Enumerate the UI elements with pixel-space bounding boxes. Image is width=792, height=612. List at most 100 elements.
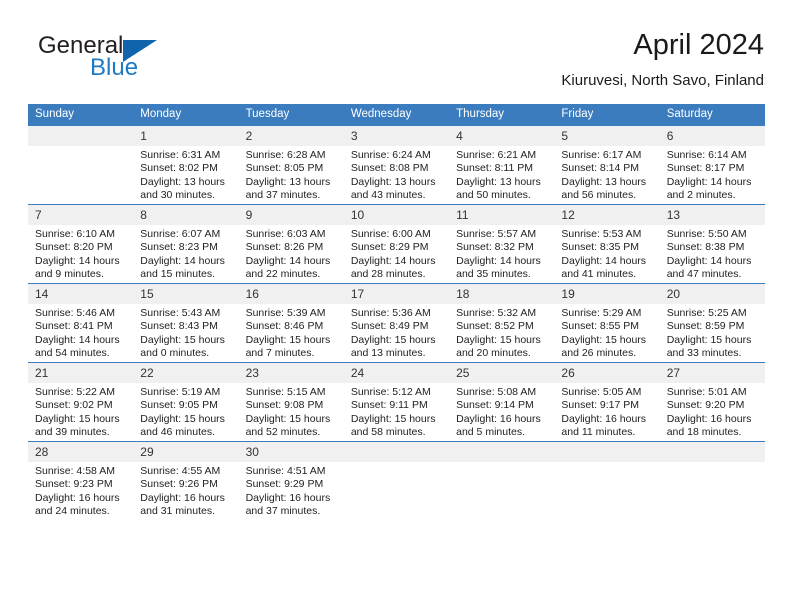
calendar-day-cell[interactable]: 28 Sunrise: 4:58 AM Sunset: 9:23 PM Dayligh… [28, 441, 134, 520]
calendar-day-cell[interactable]: 4 Sunrise: 6:21 AM Sunset: 8:11 PM Daylight… [449, 126, 555, 205]
day-number [659, 442, 765, 462]
calendar-day-cell[interactable]: 9 Sunrise: 6:03 AM Sunset: 8:26 PM Daylight… [238, 204, 344, 284]
day-details: Sunrise: 4:58 AM Sunset: 9:23 PM Daylight:… [28, 462, 133, 518]
sunrise-text: Sunrise: 5:50 AM [666, 228, 747, 240]
day-details: Sunrise: 5:50 AM Sunset: 8:38 PM Daylight:… [660, 225, 765, 281]
sunrise-text: Sunrise: 6:00 AM [350, 228, 431, 240]
sunrise-text: Sunrise: 4:58 AM [35, 465, 115, 477]
daylight-text: Daylight: 16 hours and 11 minutes. [561, 412, 647, 438]
page-subtitle: Kiuruvesi, North Savo, Finland [561, 72, 764, 89]
sunrise-text: Sunrise: 5:32 AM [456, 307, 537, 319]
weekday-header-saturday: Saturday [659, 104, 765, 126]
sunset-text: Sunset: 8:02 PM [140, 162, 218, 175]
day-details: Sunrise: 6:14 AM Sunset: 8:17 PM Daylight:… [660, 146, 765, 202]
calendar-day-cell-empty [28, 126, 134, 205]
day-details: Sunrise: 6:24 AM Sunset: 8:08 PM Daylight:… [344, 146, 449, 202]
day-details: Sunrise: 5:39 AM Sunset: 8:46 PM Daylight:… [239, 304, 344, 360]
sunrise-text: Sunrise: 5:22 AM [35, 386, 115, 398]
calendar-day-cell-empty [659, 441, 765, 520]
day-details: Sunrise: 5:36 AM Sunset: 8:49 PM Daylight:… [344, 304, 449, 360]
calendar-day-cell[interactable]: 21 Sunrise: 5:22 AM Sunset: 9:02 PM Dayligh… [28, 362, 134, 442]
day-number: 5 [554, 126, 660, 146]
calendar-day-cell[interactable]: 14 Sunrise: 5:46 AM Sunset: 8:41 PM Dayligh… [28, 283, 134, 363]
weekday-header-monday: Monday [133, 104, 239, 126]
daylight-text: Daylight: 15 hours and 58 minutes. [350, 412, 436, 438]
calendar-day-cell[interactable]: 5 Sunrise: 6:17 AM Sunset: 8:14 PM Daylight… [554, 126, 660, 205]
day-number: 9 [238, 205, 344, 225]
day-number: 16 [238, 284, 344, 304]
day-details: Sunrise: 5:15 AM Sunset: 9:08 PM Daylight:… [239, 383, 344, 439]
calendar-day-cell[interactable]: 2 Sunrise: 6:28 AM Sunset: 8:05 PM Daylight… [238, 126, 344, 205]
calendar-day-cell[interactable]: 23 Sunrise: 5:15 AM Sunset: 9:08 PM Dayligh… [238, 362, 344, 442]
sunrise-text: Sunrise: 5:46 AM [35, 307, 115, 319]
calendar-day-cell[interactable]: 15 Sunrise: 5:43 AM Sunset: 8:43 PM Dayligh… [133, 283, 239, 363]
calendar-day-cell[interactable]: 25 Sunrise: 5:08 AM Sunset: 9:14 PM Dayligh… [449, 362, 555, 442]
calendar-day-cell[interactable]: 3 Sunrise: 6:24 AM Sunset: 8:08 PM Daylight… [343, 126, 450, 205]
calendar-day-cell[interactable]: 30 Sunrise: 4:51 AM Sunset: 9:29 PM Dayligh… [238, 441, 344, 520]
sunset-text: Sunset: 8:11 PM [456, 162, 533, 175]
daylight-text: Daylight: 16 hours and 5 minutes. [456, 412, 541, 438]
sunrise-text: Sunrise: 5:12 AM [350, 386, 431, 398]
calendar-day-cell[interactable]: 8 Sunrise: 6:07 AM Sunset: 8:23 PM Daylight… [133, 204, 239, 284]
calendar-day-cell[interactable]: 17 Sunrise: 5:36 AM Sunset: 8:49 PM Dayligh… [343, 283, 450, 363]
day-number: 19 [554, 284, 660, 304]
day-details: Sunrise: 5:53 AM Sunset: 8:35 PM Daylight:… [554, 225, 659, 281]
day-details: Sunrise: 5:12 AM Sunset: 9:11 PM Daylight:… [344, 383, 449, 439]
day-number: 22 [133, 363, 239, 383]
calendar-week-row: 7 Sunrise: 6:10 AM Sunset: 8:20 PM Daylight… [28, 204, 765, 284]
calendar-day-cell[interactable]: 26 Sunrise: 5:05 AM Sunset: 9:17 PM Dayligh… [554, 362, 660, 442]
calendar-day-cell[interactable]: 11 Sunrise: 5:57 AM Sunset: 8:32 PM Dayligh… [449, 204, 555, 284]
calendar-day-cell[interactable]: 24 Sunrise: 5:12 AM Sunset: 9:11 PM Dayligh… [343, 362, 450, 442]
day-number: 12 [554, 205, 660, 225]
day-number: 6 [659, 126, 765, 146]
calendar-day-cell[interactable]: 29 Sunrise: 4:55 AM Sunset: 9:26 PM Dayligh… [133, 441, 239, 520]
calendar-day-cell[interactable]: 16 Sunrise: 5:39 AM Sunset: 8:46 PM Dayligh… [238, 283, 344, 363]
sunset-text: Sunset: 8:14 PM [561, 162, 640, 175]
calendar-day-cell[interactable]: 7 Sunrise: 6:10 AM Sunset: 8:20 PM Daylight… [28, 204, 134, 284]
day-details: Sunrise: 5:29 AM Sunset: 8:55 PM Daylight:… [554, 304, 659, 360]
sunset-text: Sunset: 8:23 PM [140, 241, 218, 254]
day-details: Sunrise: 5:01 AM Sunset: 9:20 PM Daylight:… [660, 383, 765, 439]
day-details: Sunrise: 6:21 AM Sunset: 8:11 PM Daylight:… [449, 146, 554, 202]
day-details: Sunrise: 6:31 AM Sunset: 8:02 PM Daylight:… [133, 146, 238, 202]
calendar-day-cell[interactable]: 12 Sunrise: 5:53 AM Sunset: 8:35 PM Dayligh… [554, 204, 660, 284]
weekday-header-thursday: Thursday [449, 104, 555, 126]
day-details: Sunrise: 4:51 AM Sunset: 9:29 PM Daylight:… [239, 462, 344, 518]
calendar-day-cell[interactable]: 22 Sunrise: 5:19 AM Sunset: 9:05 PM Dayligh… [133, 362, 239, 442]
day-number [343, 442, 450, 462]
sunset-text: Sunset: 8:05 PM [245, 162, 324, 175]
calendar-day-cell[interactable]: 1 Sunrise: 6:31 AM Sunset: 8:02 PM Daylight… [133, 126, 239, 205]
calendar-day-cell[interactable]: 27 Sunrise: 5:01 AM Sunset: 9:20 PM Dayligh… [659, 362, 765, 442]
calendar-day-cell[interactable]: 20 Sunrise: 5:25 AM Sunset: 8:59 PM Dayligh… [659, 283, 765, 363]
day-number: 3 [343, 126, 450, 146]
day-number: 11 [449, 205, 555, 225]
calendar-day-cell[interactable]: 18 Sunrise: 5:32 AM Sunset: 8:52 PM Dayligh… [449, 283, 555, 363]
day-number: 20 [659, 284, 765, 304]
brand-logo[interactable]: General Blue [28, 28, 228, 90]
sunset-text: Sunset: 8:46 PM [245, 320, 324, 333]
sunrise-text: Sunrise: 5:43 AM [140, 307, 221, 319]
sunset-text: Sunset: 9:17 PM [561, 399, 640, 412]
sunrise-text: Sunrise: 5:39 AM [245, 307, 326, 319]
daylight-text: Daylight: 15 hours and 46 minutes. [140, 412, 225, 438]
daylight-text: Daylight: 14 hours and 2 minutes. [666, 175, 752, 201]
calendar-week-row: 14 Sunrise: 5:46 AM Sunset: 8:41 PM Dayligh… [28, 283, 765, 363]
calendar-day-cell[interactable]: 10 Sunrise: 6:00 AM Sunset: 8:29 PM Dayligh… [343, 204, 450, 284]
sunset-text: Sunset: 8:08 PM [350, 162, 429, 175]
sunset-text: Sunset: 9:29 PM [245, 478, 324, 491]
day-details: Sunrise: 5:43 AM Sunset: 8:43 PM Daylight:… [133, 304, 238, 360]
sunrise-text: Sunrise: 5:08 AM [456, 386, 537, 398]
day-details: Sunrise: 6:10 AM Sunset: 8:20 PM Daylight:… [28, 225, 133, 281]
day-details: Sunrise: 5:46 AM Sunset: 8:41 PM Daylight:… [28, 304, 133, 360]
calendar-body: 1 Sunrise: 6:31 AM Sunset: 8:02 PM Daylight… [28, 126, 765, 520]
calendar-day-cell[interactable]: 13 Sunrise: 5:50 AM Sunset: 8:38 PM Dayligh… [659, 204, 765, 284]
daylight-text: Daylight: 15 hours and 26 minutes. [561, 333, 647, 359]
sunset-text: Sunset: 8:49 PM [350, 320, 429, 333]
calendar-day-cell[interactable]: 6 Sunrise: 6:14 AM Sunset: 8:17 PM Daylight… [659, 126, 765, 205]
sunset-text: Sunset: 8:52 PM [456, 320, 534, 333]
calendar-day-cell[interactable]: 19 Sunrise: 5:29 AM Sunset: 8:55 PM Dayligh… [554, 283, 660, 363]
daylight-text: Daylight: 13 hours and 43 minutes. [350, 175, 436, 201]
daylight-text: Daylight: 15 hours and 7 minutes. [245, 333, 331, 359]
page-header: General Blue April 2024 Kiuruvesi, North… [28, 28, 764, 98]
sunset-text: Sunset: 9:23 PM [35, 478, 113, 491]
